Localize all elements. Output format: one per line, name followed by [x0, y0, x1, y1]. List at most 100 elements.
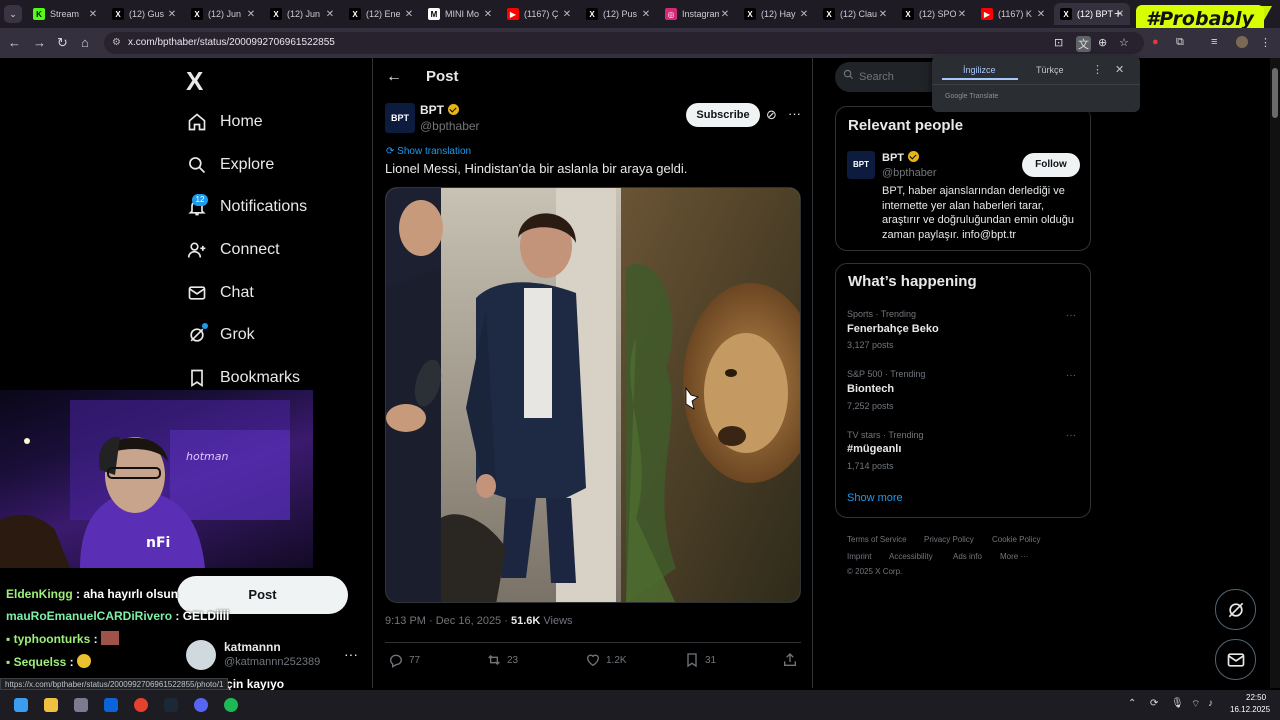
bookmark-button[interactable]: 31 — [684, 652, 716, 668]
scrollbar-thumb[interactable] — [1272, 68, 1278, 118]
account-more-icon[interactable]: ··· — [344, 646, 358, 662]
translate-icon[interactable]: 文 — [1076, 36, 1091, 52]
browser-tab[interactable]: M MINI Mo ✕ — [422, 3, 498, 25]
trend-more-icon[interactable]: ··· — [1066, 370, 1076, 381]
site-info-icon[interactable]: ⚙ — [112, 32, 121, 54]
extensions-puzzle-icon[interactable]: ⧉ — [1176, 36, 1184, 49]
subscribe-button[interactable]: Subscribe — [686, 103, 760, 127]
chrome-icon[interactable] — [134, 698, 148, 712]
close-icon[interactable]: ✕ — [1115, 63, 1124, 76]
browser-tab[interactable]: K Stream ✕ — [27, 3, 103, 25]
browser-tab[interactable]: X (12) Jun ✕ — [264, 3, 340, 25]
like-button[interactable]: 1.2K — [585, 652, 627, 668]
wifi-icon[interactable]: ⌔ — [1191, 698, 1200, 711]
star-bookmark-icon[interactable]: ☆ — [1119, 36, 1129, 49]
translate-target-tab[interactable]: Türkçe — [1036, 65, 1064, 75]
store-icon[interactable] — [74, 698, 88, 712]
tab-close-icon[interactable]: ✕ — [403, 9, 415, 20]
reading-list-icon[interactable]: ≡ — [1211, 36, 1217, 48]
footer-ads-link[interactable]: Ads info — [953, 552, 982, 561]
browser-tab[interactable]: X (12) Ene ✕ — [343, 3, 419, 25]
show-translation-link[interactable]: ⟳ Show translation — [386, 146, 471, 157]
tab-close-icon[interactable]: ✕ — [324, 9, 336, 20]
author-handle[interactable]: @bpthaber — [420, 119, 480, 133]
back-arrow-icon[interactable]: ← — [8, 35, 21, 50]
trend-more-icon[interactable]: ··· — [1066, 430, 1076, 441]
discord-icon[interactable] — [194, 698, 208, 712]
sync-icon[interactable]: ⟳ — [1150, 698, 1158, 709]
relevant-person-avatar[interactable]: BPT — [847, 151, 875, 179]
windows-start-icon[interactable] — [14, 698, 28, 712]
tab-close-icon[interactable]: ✕ — [798, 9, 810, 20]
share-button[interactable] — [782, 652, 803, 668]
browser-menu-icon[interactable]: ⋮ — [1260, 36, 1271, 49]
steam-icon[interactable] — [164, 698, 178, 712]
nav-item-chat[interactable]: Chat — [186, 278, 254, 308]
nav-item-connect[interactable]: Connect — [186, 235, 280, 265]
spotify-icon[interactable] — [224, 698, 238, 712]
show-more-link[interactable]: Show more — [847, 492, 903, 504]
tab-close-icon[interactable]: ✕ — [1035, 9, 1047, 20]
browser-tab[interactable]: ◎ Instagram ✕ — [659, 3, 735, 25]
grok-explain-icon[interactable]: ⊘ — [766, 107, 777, 123]
browser-tab[interactable]: X (12) Clau ✕ — [817, 3, 893, 25]
home-browser-icon[interactable]: ⌂ — [81, 35, 89, 50]
browser-tab[interactable]: X (12) SPO ✕ — [896, 3, 972, 25]
tab-search-button[interactable]: ⌄ — [4, 5, 22, 23]
scrollbar-track[interactable] — [1270, 58, 1280, 688]
reload-icon[interactable]: ↻ — [57, 35, 68, 51]
x-logo[interactable]: X — [186, 66, 203, 97]
tab-close-icon[interactable]: ✕ — [561, 9, 573, 20]
mic-icon[interactable]: 🎙︎ — [1171, 698, 1184, 709]
profile-avatar-icon[interactable] — [1236, 36, 1248, 48]
url-bar[interactable]: ⚙ x.com/bpthaber/status/2000992706961522… — [104, 32, 1144, 54]
browser-tab[interactable]: ▶ (1167) Ç ✕ — [501, 3, 577, 25]
browser-tab[interactable]: X (12) Pus ✕ — [580, 3, 656, 25]
nav-item-bookmarks[interactable]: Bookmarks — [186, 363, 300, 393]
zoom-icon[interactable]: ⊕ — [1098, 36, 1107, 49]
nav-item-explore[interactable]: Explore — [186, 150, 274, 180]
browser-tab[interactable]: X (12) Gus ✕ — [106, 3, 182, 25]
new-tab-button[interactable]: + — [1114, 5, 1122, 21]
outlook-icon[interactable] — [104, 698, 118, 712]
footer-accessibility-link[interactable]: Accessibility — [889, 552, 933, 561]
taskbar-clock-time[interactable]: 22:50 — [1246, 693, 1266, 702]
trend-more-icon[interactable]: ··· — [1066, 310, 1076, 321]
post-photo[interactable] — [385, 187, 801, 603]
repost-button[interactable]: 23 — [486, 652, 518, 668]
translate-source-tab[interactable]: İngilizce — [963, 65, 996, 75]
author-name[interactable]: BPT — [420, 103, 459, 117]
tab-close-icon[interactable]: ✕ — [956, 9, 968, 20]
follow-button[interactable]: Follow — [1022, 153, 1080, 177]
post-more-icon[interactable]: ··· — [788, 106, 801, 121]
forward-arrow-icon[interactable]: → — [33, 35, 46, 50]
install-app-icon[interactable]: ⊡ — [1054, 36, 1063, 49]
nav-item-grok[interactable]: Grok — [186, 320, 255, 350]
tab-close-icon[interactable]: ✕ — [719, 9, 731, 20]
tab-close-icon[interactable]: ✕ — [640, 9, 652, 20]
author-avatar[interactable]: BPT — [385, 103, 415, 133]
messages-floating-button[interactable] — [1215, 639, 1256, 680]
tab-close-icon[interactable]: ✕ — [245, 9, 257, 20]
extension-red-icon[interactable]: ● — [1152, 36, 1159, 48]
footer-privacy-link[interactable]: Privacy Policy — [924, 535, 974, 544]
back-arrow-icon[interactable]: ← — [386, 68, 402, 86]
browser-tab[interactable]: X (12) Hay ✕ — [738, 3, 814, 25]
tab-close-icon[interactable]: ✕ — [482, 9, 494, 20]
grok-floating-button[interactable] — [1215, 589, 1256, 630]
relevant-person-name[interactable]: BPT — [882, 151, 919, 164]
nav-item-home[interactable]: Home — [186, 107, 263, 137]
footer-terms-link[interactable]: Terms of Service — [847, 535, 907, 544]
tab-close-icon[interactable]: ✕ — [877, 9, 889, 20]
reply-button[interactable]: 77 — [388, 652, 420, 668]
footer-more-link[interactable]: More ··· — [1000, 552, 1028, 561]
file-explorer-icon[interactable] — [44, 698, 58, 712]
post-time[interactable]: 9:13 PM · Dec 16, 2025 · — [385, 615, 511, 627]
browser-tab[interactable]: X (12) Jun ✕ — [185, 3, 261, 25]
translate-options-icon[interactable]: ⋮ — [1092, 63, 1103, 76]
tab-close-icon[interactable]: ✕ — [166, 9, 178, 20]
search-input[interactable]: Search — [835, 62, 945, 92]
footer-cookie-link[interactable]: Cookie Policy — [992, 535, 1040, 544]
tab-close-icon[interactable]: ✕ — [87, 9, 99, 20]
volume-icon[interactable]: ♪ — [1208, 698, 1213, 709]
